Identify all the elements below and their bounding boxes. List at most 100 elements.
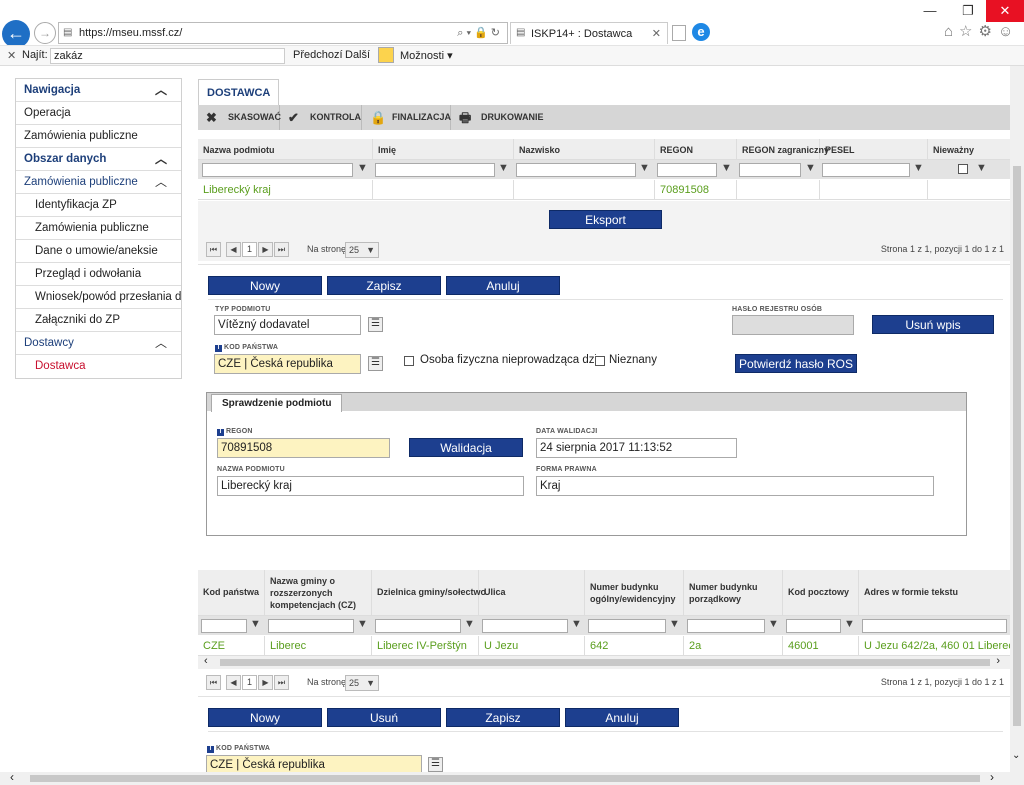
nav-item-zamowienia[interactable]: Zamówienia publiczne	[16, 125, 181, 148]
scroll-left-icon[interactable]: ‹	[204, 655, 208, 667]
column-header[interactable]: Dzielnica gminy/sołectwo	[372, 570, 486, 615]
scroll-thumb[interactable]	[220, 659, 990, 666]
column-header[interactable]: Imię	[373, 139, 514, 159]
browser-tab[interactable]: ▤ ISKP14+ : Dostawca ✕	[510, 22, 668, 44]
close-window-button[interactable]: ✕	[986, 0, 1024, 22]
first-page-icon[interactable]: ⏮	[206, 675, 221, 690]
browser-tools-icons[interactable]: ⌂☆⚙☺	[944, 22, 1019, 40]
export-button[interactable]: Eksport	[549, 210, 662, 229]
column-header[interactable]: Nazwa podmiotu	[198, 139, 373, 159]
tab-sprawdzenie[interactable]: Sprawdzenie podmiotu	[211, 394, 343, 412]
haslo-input[interactable]	[732, 315, 854, 335]
filter-input[interactable]	[687, 619, 765, 633]
column-header[interactable]: Nieważny	[928, 139, 1010, 159]
next-page-icon[interactable]: ▶	[258, 242, 273, 257]
nav-item-przeglad[interactable]: Przegląd i odwołania	[16, 263, 181, 286]
print-button[interactable]: 🖶 DRUKOWANIE	[451, 105, 544, 130]
column-header[interactable]: PESEL	[820, 139, 928, 159]
filter-input[interactable]	[375, 619, 461, 633]
column-header[interactable]: Nazwa gminy o rozszerzonych kompetencjac…	[265, 570, 372, 615]
prev-page-icon[interactable]: ◀	[226, 242, 241, 257]
filter-icon[interactable]: ▼	[357, 162, 368, 174]
nav-item-dane-o-umowie[interactable]: Dane o umowie/aneksie	[16, 240, 181, 263]
delete-address-button[interactable]: Usuń	[327, 708, 441, 727]
filter-icon[interactable]: ▼	[498, 162, 509, 174]
filter-input[interactable]	[268, 619, 354, 633]
scroll-left-icon[interactable]: ‹	[10, 770, 14, 784]
vertical-scrollbar[interactable]: ⌄	[1010, 66, 1024, 772]
filter-checkbox[interactable]	[958, 164, 968, 174]
tab-close-icon[interactable]: ✕	[652, 27, 661, 40]
filter-icon[interactable]: ▼	[669, 618, 680, 630]
scroll-thumb[interactable]	[1013, 166, 1021, 726]
nav-item-identyfikacja[interactable]: Identyfikacja ZP	[16, 194, 181, 217]
new-button[interactable]: Nowy	[208, 276, 322, 295]
column-header[interactable]: Nazwisko	[514, 139, 655, 159]
find-options-button[interactable]: Možnosti ▾	[400, 49, 453, 62]
validate-button[interactable]: Walidacja	[409, 438, 523, 457]
new-tab-icon[interactable]	[672, 25, 686, 41]
column-header[interactable]: Ulica	[479, 570, 585, 615]
filter-input[interactable]	[201, 619, 247, 633]
save-button[interactable]: Zapisz	[446, 708, 560, 727]
cancel-button[interactable]: Anuluj	[446, 276, 560, 295]
osoba-fizyczna-checkbox[interactable]	[404, 356, 414, 366]
forward-button[interactable]: →	[34, 22, 56, 44]
finalize-button[interactable]: 🔒 FINALIZACJA	[362, 105, 451, 130]
filter-icon[interactable]: ▼	[250, 618, 261, 630]
remove-entry-button[interactable]: Usuń wpis	[872, 315, 994, 334]
per-page-select[interactable]: 25 ▼	[345, 242, 379, 258]
horizontal-scrollbar[interactable]: ‹ ›	[0, 770, 1024, 785]
last-page-icon[interactable]: ⏭	[274, 242, 289, 257]
filter-icon[interactable]: ▼	[805, 162, 816, 174]
column-header[interactable]: Kod państwa	[198, 570, 265, 615]
filter-input[interactable]	[822, 163, 910, 177]
next-page-icon[interactable]: ▶	[258, 675, 273, 690]
data-walidacji-input[interactable]: 24 sierpnia 2017 11:13:52	[536, 438, 737, 458]
cancel-button[interactable]: Anuluj	[565, 708, 679, 727]
chevron-up-icon[interactable]: ︿	[155, 332, 167, 354]
scroll-thumb[interactable]	[30, 775, 980, 782]
filter-icon[interactable]: ▼	[357, 618, 368, 630]
tab-dostawca[interactable]: DOSTAWCA	[198, 79, 280, 105]
nav-item-operacja[interactable]: Operacja	[16, 102, 181, 125]
regon-input[interactable]: 70891508	[217, 438, 390, 458]
nav-group-zamowienia[interactable]: Zamówienia publiczne ︿	[16, 171, 181, 194]
filter-input[interactable]	[202, 163, 353, 177]
column-header[interactable]: Numer budynku ogólny/ewidencyjny	[585, 570, 684, 615]
new-button[interactable]: Nowy	[208, 708, 322, 727]
page-number[interactable]: 1	[242, 242, 257, 257]
typ-podmiotu-input[interactable]: Vítězný dodavatel	[214, 315, 361, 335]
chevron-up-icon[interactable]: ︿	[155, 148, 167, 170]
save-button[interactable]: Zapisz	[327, 276, 441, 295]
filter-input[interactable]	[482, 619, 568, 633]
filter-input[interactable]	[657, 163, 717, 177]
first-page-icon[interactable]: ⏮	[206, 242, 221, 257]
scroll-right-icon[interactable]: ›	[996, 655, 1000, 667]
list-icon[interactable]: ☰	[368, 317, 383, 332]
nav-section-obszar[interactable]: Obszar danych ︿	[16, 148, 181, 171]
filter-icon[interactable]: ▼	[913, 162, 924, 174]
find-next-button[interactable]: Další	[345, 49, 370, 61]
list-icon[interactable]: ☰	[368, 356, 383, 371]
kod-panstwa-input[interactable]: CZE | Česká republika	[206, 755, 422, 772]
last-page-icon[interactable]: ⏭	[274, 675, 289, 690]
confirm-ros-button[interactable]: Potwierdź hasło ROS	[735, 354, 857, 373]
nieznany-checkbox[interactable]	[595, 356, 605, 366]
scroll-down-icon[interactable]: ⌄	[1012, 750, 1020, 761]
find-prev-button[interactable]: Předchozí	[293, 49, 343, 61]
find-close-icon[interactable]: ✕	[7, 49, 16, 62]
table-row[interactable]: CZE Liberec Liberec IV-Perštýn U Jezu 64…	[198, 636, 1010, 656]
filter-input[interactable]	[588, 619, 666, 633]
nav-item-dostawca[interactable]: Dostawca	[16, 355, 181, 378]
list-icon[interactable]: ☰	[428, 757, 443, 772]
check-button[interactable]: ✔ KONTROLA	[280, 105, 362, 130]
filter-input[interactable]	[739, 163, 801, 177]
grid2-hscrollbar[interactable]: ‹ ›	[198, 655, 1010, 669]
restore-button[interactable]: ❐	[950, 0, 986, 22]
filter-icon[interactable]: ▼	[639, 162, 650, 174]
filter-icon[interactable]: ▼	[721, 162, 732, 174]
column-header[interactable]: REGON zagraniczny	[737, 139, 829, 159]
nav-item-zalaczniki[interactable]: Załączniki do ZP	[16, 309, 181, 332]
filter-input[interactable]	[375, 163, 495, 177]
